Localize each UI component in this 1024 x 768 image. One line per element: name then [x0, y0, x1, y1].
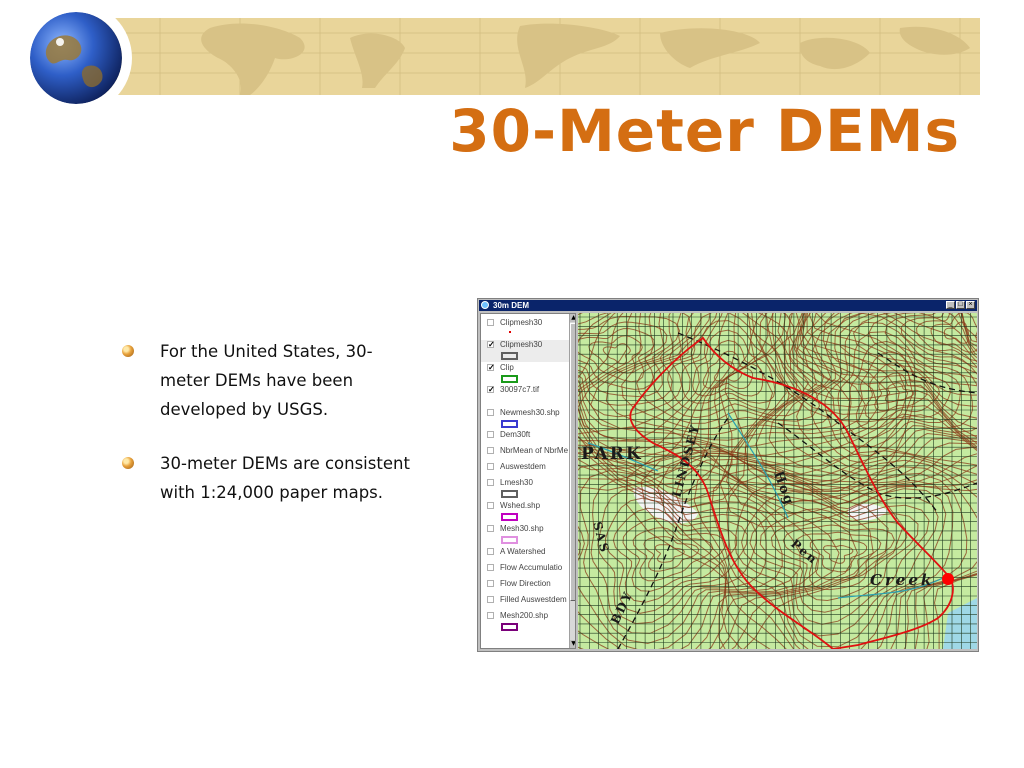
layer-item[interactable]: Newmesh30.shp	[481, 408, 569, 430]
layer-checkbox[interactable]	[487, 548, 494, 555]
layer-item[interactable]: Mesh30.shp	[481, 524, 569, 546]
layer-checkbox[interactable]	[487, 463, 494, 470]
layer-name: Clipmesh30	[500, 340, 543, 349]
layer-name: Auswestdem	[500, 462, 546, 471]
layer-legend-swatch	[501, 490, 518, 498]
layer-item[interactable]: Wshed.shp	[481, 501, 569, 523]
layer-legend-swatch	[501, 352, 518, 360]
layer-checkbox[interactable]	[487, 525, 494, 532]
maximize-button[interactable]: □	[956, 301, 965, 309]
window-title: 30m DEM	[493, 301, 530, 310]
map-label-creek: Creek	[870, 571, 934, 589]
layer-item[interactable]: A Watershed	[481, 547, 569, 559]
list-item: For the United States, 30-meter DEMs hav…	[118, 337, 418, 424]
layer-legend-swatch	[501, 623, 518, 631]
layer-name: Filled Auswestdem	[500, 595, 567, 604]
title-banner	[100, 18, 980, 95]
app-icon	[481, 301, 489, 309]
layer-item[interactable]: Flow Direction	[481, 579, 569, 591]
layer-item[interactable]: ✓ Clip	[481, 363, 569, 385]
layer-checkbox[interactable]	[487, 431, 494, 438]
layer-item[interactable]: Lmesh30	[481, 478, 569, 500]
layer-name: Dem30ft	[500, 430, 531, 439]
layer-name: Lmesh30	[500, 478, 533, 487]
layer-checkbox[interactable]	[487, 564, 494, 571]
minimize-button[interactable]: _	[946, 301, 955, 309]
toc-scrollbar[interactable]: ▲ ▼	[569, 314, 575, 648]
layer-checkbox[interactable]: ✓	[487, 341, 495, 349]
layer-item[interactable]: Dem30ft	[481, 430, 569, 442]
layer-item[interactable]: Flow Accumulatio	[481, 563, 569, 575]
layer-item[interactable]: NbrMean of NbrMe	[481, 446, 569, 458]
layer-legend-swatch	[501, 513, 518, 521]
layer-legend-dot	[509, 331, 511, 333]
layer-checkbox[interactable]	[487, 447, 494, 454]
bullet-icon	[122, 345, 134, 357]
layer-name: A Watershed	[500, 547, 546, 556]
layer-name: Clip	[500, 363, 514, 372]
scroll-thumb[interactable]	[570, 323, 575, 601]
layer-checkbox[interactable]	[487, 612, 494, 619]
layer-checkbox[interactable]	[487, 596, 494, 603]
layer-checkbox[interactable]	[487, 479, 494, 486]
layer-name: Mesh30.shp	[500, 524, 544, 533]
layer-name: 30097c7.tif	[500, 385, 540, 394]
layer-name: Clipmesh30	[500, 318, 543, 327]
layer-checkbox[interactable]: ✓	[487, 386, 495, 394]
scroll-up-icon[interactable]: ▲	[570, 314, 575, 322]
layer-item[interactable]: Auswestdem	[481, 462, 569, 474]
window-titlebar[interactable]: 30m DEM _ □ ×	[479, 300, 977, 311]
layer-item[interactable]: ✓ 30097c7.tif	[481, 385, 569, 397]
close-button[interactable]: ×	[966, 301, 975, 309]
bullet-text: 30-meter DEMs are consistent with 1:24,0…	[160, 454, 410, 502]
layer-item[interactable]: Clipmesh30	[481, 318, 569, 340]
slide-title: 30-Meter DEMs	[449, 97, 960, 165]
layer-table-of-contents: ▲ ▼ Clipmesh30 ✓ Clipmesh30 ✓ Clip ✓ 30097c7.t…	[480, 313, 576, 649]
bullet-icon	[122, 457, 134, 469]
bullet-list: For the United States, 30-meter DEMs hav…	[118, 337, 418, 532]
globe-logo-icon	[30, 12, 122, 104]
layer-name: Flow Direction	[500, 579, 551, 588]
gis-app-window: 30m DEM _ □ × ▲ ▼ Clipmesh30 ✓ Clipmesh30 ✓…	[477, 298, 979, 652]
layer-item[interactable]: Mesh200.shp	[481, 611, 569, 633]
scroll-down-icon[interactable]: ▼	[570, 640, 575, 648]
layer-checkbox[interactable]	[487, 409, 494, 416]
layer-checkbox[interactable]	[487, 580, 494, 587]
layer-legend-swatch	[501, 536, 518, 544]
layer-name: Mesh200.shp	[500, 611, 549, 620]
layer-name: Flow Accumulatio	[500, 563, 563, 572]
layer-name: NbrMean of NbrMe	[500, 446, 569, 455]
layer-item[interactable]: ✓ Clipmesh30	[481, 340, 569, 362]
layer-checkbox[interactable]: ✓	[487, 364, 495, 372]
layer-item[interactable]: Filled Auswestdem	[481, 595, 569, 607]
layer-legend-swatch	[501, 420, 518, 428]
layer-legend-swatch	[501, 375, 518, 383]
layer-name: Newmesh30.shp	[500, 408, 560, 417]
layer-checkbox[interactable]	[487, 502, 494, 509]
bullet-text: For the United States, 30-meter DEMs hav…	[160, 342, 373, 419]
topo-map: PARK LINDSEY Hog Pen Creek SAS BDY	[578, 313, 977, 649]
layer-name: Wshed.shp	[500, 501, 541, 510]
layer-checkbox[interactable]	[487, 319, 494, 326]
list-item: 30-meter DEMs are consistent with 1:24,0…	[118, 449, 418, 507]
map-label-park: PARK	[581, 444, 643, 464]
map-view[interactable]: PARK LINDSEY Hog Pen Creek SAS BDY	[578, 313, 977, 649]
